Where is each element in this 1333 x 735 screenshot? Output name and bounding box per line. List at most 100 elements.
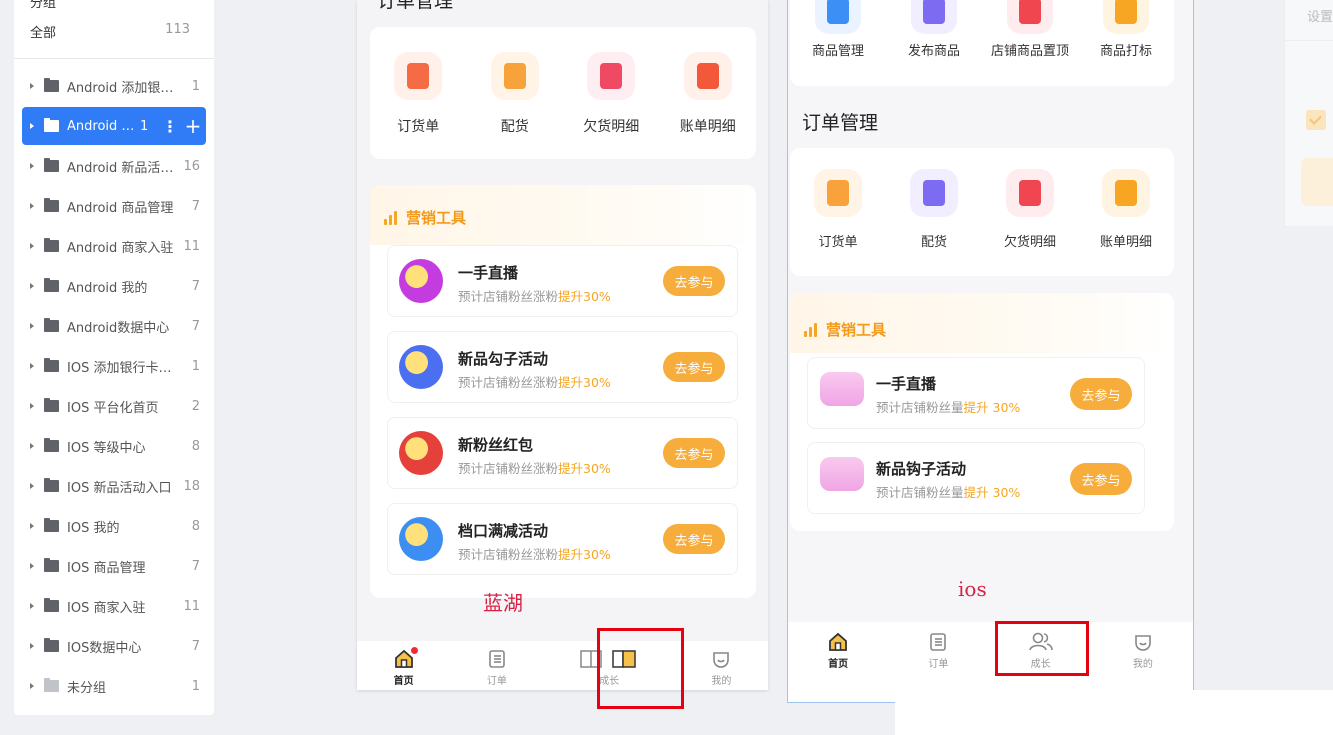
- activity-icon: [399, 517, 443, 561]
- more-icon[interactable]: ⋮: [160, 117, 180, 136]
- grid-entry[interactable]: 订货单: [793, 169, 883, 250]
- settings-checkbox[interactable]: [1306, 110, 1326, 130]
- expand-caret-icon[interactable]: [30, 603, 34, 609]
- join-button[interactable]: 去参与: [663, 352, 725, 382]
- sidebar-group-item[interactable]: Android 商家入驻 11: [22, 227, 206, 265]
- face-icon: [1132, 630, 1154, 654]
- grid-entry[interactable]: 配货: [889, 169, 979, 250]
- sidebar-group-item[interactable]: Android … 1 ⋮ +: [22, 107, 206, 145]
- group-count: 7: [191, 638, 200, 654]
- grid-entry[interactable]: 欠货明细: [566, 52, 656, 136]
- expand-caret-icon[interactable]: [30, 643, 34, 649]
- join-button[interactable]: 去参与: [663, 266, 725, 296]
- entry-icon: [1103, 0, 1149, 34]
- activity-highlight: 提升30%: [558, 547, 611, 562]
- join-button[interactable]: 去参与: [1070, 378, 1132, 410]
- sidebar-group-item[interactable]: IOS 等级中心 8: [22, 427, 206, 465]
- all-groups-label[interactable]: 全部: [30, 22, 56, 41]
- join-button[interactable]: 去参与: [663, 438, 725, 468]
- grid-entry[interactable]: 店铺商品置顶: [985, 0, 1075, 59]
- join-button[interactable]: 去参与: [663, 524, 725, 554]
- sidebar-group-item[interactable]: Android 新品活… 16: [22, 147, 206, 185]
- activity-row: 新品钩子活动 预计店铺粉丝量提升 30% 去参与: [807, 442, 1145, 514]
- lanhu-annotation: 蓝湖: [483, 591, 523, 615]
- activity-highlight: 提升 30%: [963, 485, 1021, 500]
- grid-entry[interactable]: 商品打标: [1081, 0, 1171, 59]
- folder-icon: [44, 518, 59, 532]
- entry-label: 账单明细: [1099, 235, 1152, 250]
- expand-caret-icon[interactable]: [30, 563, 34, 569]
- entry-icon: [1007, 0, 1053, 34]
- sidebar-group-item[interactable]: 未分组 1: [22, 667, 206, 705]
- activity-desc: 预计店铺粉丝涨粉提升30%: [458, 458, 611, 477]
- expand-caret-icon[interactable]: [30, 523, 34, 529]
- expand-caret-icon[interactable]: [30, 323, 34, 329]
- expand-caret-icon[interactable]: [30, 363, 34, 369]
- activity-icon: [820, 457, 864, 491]
- join-button[interactable]: 去参与: [1070, 463, 1132, 495]
- expand-caret-icon[interactable]: [30, 283, 34, 289]
- expand-caret-icon[interactable]: [30, 83, 34, 89]
- sidebar-group-item[interactable]: IOS 商品管理 7: [22, 547, 206, 585]
- expand-caret-icon[interactable]: [30, 243, 34, 249]
- expand-caret-icon[interactable]: [30, 123, 34, 129]
- activity-name: 一手直播: [458, 264, 519, 282]
- face-icon: [710, 647, 732, 671]
- grid-entry[interactable]: 订货单: [373, 52, 463, 136]
- sidebar-group-item[interactable]: Android数据中心 7: [22, 307, 206, 345]
- ios-order-management-title: 订单管理: [802, 112, 879, 134]
- activity-desc: 预计店铺粉丝量提升 30%: [876, 482, 1020, 501]
- grid-entry[interactable]: 欠货明细: [985, 169, 1075, 250]
- grid-entry[interactable]: 发布商品: [889, 0, 979, 59]
- lanhu-phone-preview: 订单管理 订货单 配货 欠货明细 账单明细 营销工具 一手直播 预计店铺粉丝涨粉提升30…: [357, 0, 768, 690]
- grid-entry[interactable]: 账单明细: [1081, 169, 1171, 250]
- entry-label: 商品管理: [811, 44, 864, 59]
- folder-icon: [44, 558, 59, 572]
- canvas-area: [895, 690, 1333, 735]
- entry-label: 订货单: [397, 119, 440, 135]
- activity-desc: 预计店铺粉丝涨粉提升30%: [458, 372, 611, 391]
- sidebar-group-item[interactable]: IOS数据中心 7: [22, 627, 206, 665]
- sidebar-group-item[interactable]: IOS 平台化首页 2: [22, 387, 206, 425]
- grid-entry[interactable]: 账单明细: [663, 52, 753, 136]
- sidebar-group-item[interactable]: Android 我的 7: [22, 267, 206, 305]
- activity-highlight: 提升30%: [558, 461, 611, 476]
- notification-dot: [410, 647, 418, 654]
- activity-row: 一手直播 预计店铺粉丝涨粉提升30% 去参与: [387, 245, 738, 317]
- sidebar-group-item[interactable]: Android 商品管理 7: [22, 187, 206, 225]
- group-sidebar: 分组 全部 113 Android 添加银行… 1 Android … 1 ⋮ + Andr…: [14, 0, 214, 715]
- sidebar-header: 分组 全部 113: [14, 0, 214, 59]
- marketing-title: 营销工具: [384, 207, 466, 228]
- grid-entry[interactable]: 商品管理: [793, 0, 883, 59]
- tab-order[interactable]: 订单: [486, 647, 508, 690]
- entry-icon: [683, 52, 732, 100]
- tab-home[interactable]: 首页: [827, 630, 849, 702]
- lanhu-tabbar: 首页 订单 成长 我的: [357, 641, 768, 690]
- tab-mine[interactable]: 我的: [710, 647, 732, 690]
- tab-home[interactable]: 首页: [393, 647, 418, 690]
- order-icon: [927, 630, 949, 654]
- expand-caret-icon[interactable]: [30, 403, 34, 409]
- activity-icon: [399, 345, 443, 389]
- folder-icon: [44, 238, 59, 252]
- sidebar-group-item[interactable]: IOS 商家入驻 11: [22, 587, 206, 625]
- tab-label: 首页: [393, 676, 414, 687]
- sidebar-group-item[interactable]: IOS 新品活动入口 18: [22, 467, 206, 505]
- activity-row: 一手直播 预计店铺粉丝量提升 30% 去参与: [807, 357, 1145, 429]
- expand-caret-icon[interactable]: [30, 203, 34, 209]
- sidebar-group-item[interactable]: IOS 我的 8: [22, 507, 206, 545]
- group-label: IOS 商家入驻: [67, 600, 146, 616]
- activity-desc-text: 预计店铺粉丝涨粉: [458, 547, 559, 562]
- sidebar-group-item[interactable]: Android 添加银行… 1: [22, 67, 206, 105]
- group-label: Android 新品活…: [67, 160, 174, 176]
- sidebar-group-item[interactable]: IOS 添加银行卡… 1: [22, 347, 206, 385]
- add-icon[interactable]: +: [180, 114, 206, 138]
- expand-caret-icon[interactable]: [30, 683, 34, 689]
- expand-caret-icon[interactable]: [30, 483, 34, 489]
- expand-caret-icon[interactable]: [30, 443, 34, 449]
- grid-entry[interactable]: 配货: [470, 52, 560, 136]
- settings-button[interactable]: [1301, 158, 1333, 206]
- expand-caret-icon[interactable]: [30, 163, 34, 169]
- activity-highlight: 提升 30%: [963, 400, 1021, 415]
- group-label: Android 我的: [67, 280, 148, 296]
